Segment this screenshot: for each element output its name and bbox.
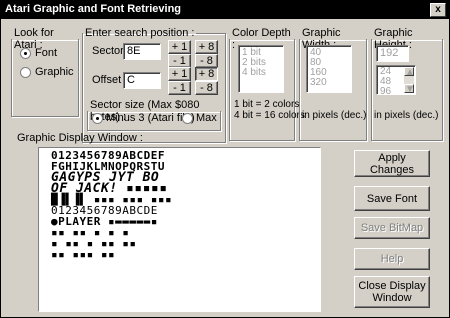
max-radio[interactable] [182,113,193,124]
close-display-label-2: Window [372,292,412,304]
offset-label: Offset : [92,74,128,86]
display-label: Graphic Display Window : [17,132,143,144]
graphic-content: 0123456789ABCDEF FGHIJKLMNOPQRSTU GAGYPS… [51,150,241,260]
title-bar[interactable]: Atari Graphic and Font Retrieving x [1,1,449,19]
window-title: Atari Graphic and Font Retrieving [5,3,182,15]
list-item[interactable]: 320 [310,78,348,88]
search-position-legend: Enter search position : [85,27,195,39]
graphic-width-list[interactable]: 40 80 160 320 [306,45,352,93]
sector-plus8-button[interactable]: + 8 [195,40,218,54]
max-radio-label[interactable]: Max [196,112,217,124]
offset-minus1-button[interactable]: - 1 [168,81,191,95]
offset-input[interactable]: C [123,72,161,89]
sector-plus1-button[interactable]: + 1 [168,40,191,54]
graphic-display-window[interactable]: 0123456789ABCDEF FGHIJKLMNOPQRSTU GAGYPS… [38,147,321,312]
offset-minus8-button[interactable]: - 8 [195,81,218,95]
font-radio-label[interactable]: Font [35,47,57,59]
close-window-button[interactable]: x [430,3,446,17]
font-radio[interactable] [20,48,31,59]
sector-minus1-button[interactable]: - 1 [168,54,191,68]
graphic-radio-label[interactable]: Graphic [35,66,74,78]
graphic-height-scrollbar[interactable]: ▲ ▼ [404,67,415,95]
graphic-width-note: in pixels (dec.) [302,110,367,121]
offset-plus8-button[interactable]: + 8 [195,67,218,81]
close-display-label-1: Close Display [358,280,426,292]
help-button[interactable]: Help [354,248,430,270]
main-window: Atari Graphic and Font Retrieving x Look… [0,0,450,318]
graphic-row: ▪▪ ▪▪▪ ▪▪ [51,248,116,261]
graphic-radio[interactable] [20,67,31,78]
save-font-button[interactable]: Save Font [354,186,430,211]
graphic-height-list[interactable]: 24 48 96 ▲ ▼ [376,65,416,97]
sector-input[interactable]: 8E [123,43,161,60]
color-depth-note-1: 1 bit = 2 colors [234,99,300,110]
graphic-height-input[interactable]: 192 [376,45,409,62]
color-depth-note-2: 4 bit = 16 colors [234,110,305,121]
scroll-down-icon[interactable]: ▼ [404,84,415,95]
save-bitmap-button[interactable]: Save BitMap [354,217,430,239]
offset-plus1-button[interactable]: + 1 [168,67,191,81]
list-item[interactable]: 4 bits [242,68,280,78]
close-display-button[interactable]: Close Display Window [354,276,430,308]
minus3-radio[interactable] [92,113,103,124]
color-depth-list[interactable]: 1 bit 2 bits 4 bits [238,45,284,93]
graphic-height-note: in pixels (dec.) [374,110,439,121]
apply-changes-button[interactable]: Apply Changes [354,150,430,177]
sector-minus8-button[interactable]: - 8 [195,54,218,68]
scroll-up-icon[interactable]: ▲ [404,67,415,78]
